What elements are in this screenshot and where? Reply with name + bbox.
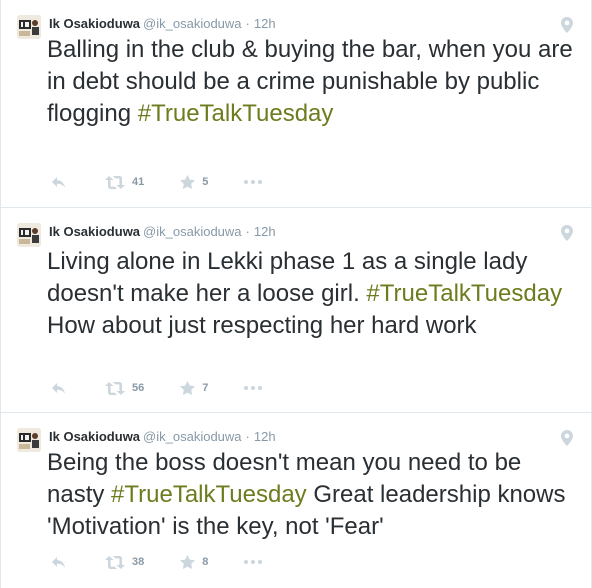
favorite-button[interactable]: 5 (180, 175, 208, 189)
favorite-button[interactable]: 7 (180, 381, 208, 395)
favorite-count: 5 (202, 176, 209, 188)
reply-icon (52, 382, 65, 394)
retweet-count: 41 (132, 176, 145, 188)
tweet-text: Being the boss doesn't mean you need to … (47, 447, 575, 543)
tweet-actions: 56 7 (51, 379, 263, 397)
retweet-button[interactable]: 38 (105, 555, 145, 569)
tweet-actions: 41 5 (51, 173, 263, 191)
tweet-header: Ik Osakioduwa @ik_osakioduwa · 12h (49, 428, 276, 446)
retweet-count: 56 (132, 382, 145, 394)
more-dots-icon (244, 386, 263, 390)
star-icon (180, 175, 196, 189)
tweet-text: Balling in the club & buying the bar, wh… (47, 34, 575, 130)
separator: · (245, 429, 250, 444)
location-pin-icon[interactable] (561, 17, 573, 33)
reply-button[interactable] (51, 176, 67, 189)
user-handle[interactable]: @ik_osakioduwa (143, 429, 241, 444)
hashtag-link[interactable]: #TrueTalkTuesday (111, 481, 307, 508)
tweet-actions: 38 8 (51, 553, 263, 571)
tweet-header: Ik Osakioduwa @ik_osakioduwa · 12h (49, 223, 276, 241)
tweet-header: Ik Osakioduwa @ik_osakioduwa · 12h (49, 15, 276, 33)
more-dots-icon (244, 560, 263, 564)
more-button[interactable] (244, 386, 263, 390)
favorite-button[interactable]: 8 (180, 555, 208, 569)
hashtag-link[interactable]: #TrueTalkTuesday (138, 100, 334, 127)
user-handle[interactable]: @ik_osakioduwa (143, 224, 241, 239)
reply-icon (52, 556, 65, 568)
retweet-icon (105, 175, 125, 189)
location-pin-icon[interactable] (561, 225, 573, 241)
reply-icon (52, 176, 65, 188)
tweet-feed: Ik Osakioduwa @ik_osakioduwa · 12h Balling … (0, 0, 592, 588)
favorite-count: 8 (202, 556, 209, 568)
timestamp[interactable]: 12h (254, 429, 276, 444)
favorite-count: 7 (202, 382, 209, 394)
separator: · (245, 16, 250, 31)
retweet-button[interactable]: 41 (105, 175, 145, 189)
tweet-text-tail: How about just respecting her hard work (47, 312, 477, 339)
user-handle[interactable]: @ik_osakioduwa (143, 16, 241, 31)
retweet-icon (105, 381, 125, 395)
user-name[interactable]: Ik Osakioduwa (49, 224, 140, 239)
timestamp[interactable]: 12h (254, 224, 276, 239)
star-icon (180, 381, 196, 395)
more-button[interactable] (244, 560, 263, 564)
more-dots-icon (244, 180, 263, 184)
hashtag-link[interactable]: #TrueTalkTuesday (366, 280, 562, 307)
timestamp[interactable]: 12h (254, 16, 276, 31)
star-icon (180, 555, 196, 569)
tweet[interactable]: Ik Osakioduwa @ik_osakioduwa · 12h Being th… (1, 413, 591, 588)
user-name[interactable]: Ik Osakioduwa (49, 16, 140, 31)
tweet[interactable]: Ik Osakioduwa @ik_osakioduwa · 12h Living a… (1, 208, 591, 413)
retweet-count: 38 (132, 556, 145, 568)
location-pin-icon[interactable] (561, 430, 573, 446)
avatar[interactable] (17, 428, 41, 452)
more-button[interactable] (244, 180, 263, 184)
reply-button[interactable] (51, 556, 67, 569)
tweet-text: Living alone in Lekki phase 1 as a singl… (47, 246, 575, 342)
tweet[interactable]: Ik Osakioduwa @ik_osakioduwa · 12h Balling … (1, 0, 591, 208)
retweet-icon (105, 555, 125, 569)
reply-button[interactable] (51, 382, 67, 395)
avatar[interactable] (17, 15, 41, 39)
retweet-button[interactable]: 56 (105, 381, 145, 395)
user-name[interactable]: Ik Osakioduwa (49, 429, 140, 444)
separator: · (245, 224, 250, 239)
avatar[interactable] (17, 223, 41, 247)
